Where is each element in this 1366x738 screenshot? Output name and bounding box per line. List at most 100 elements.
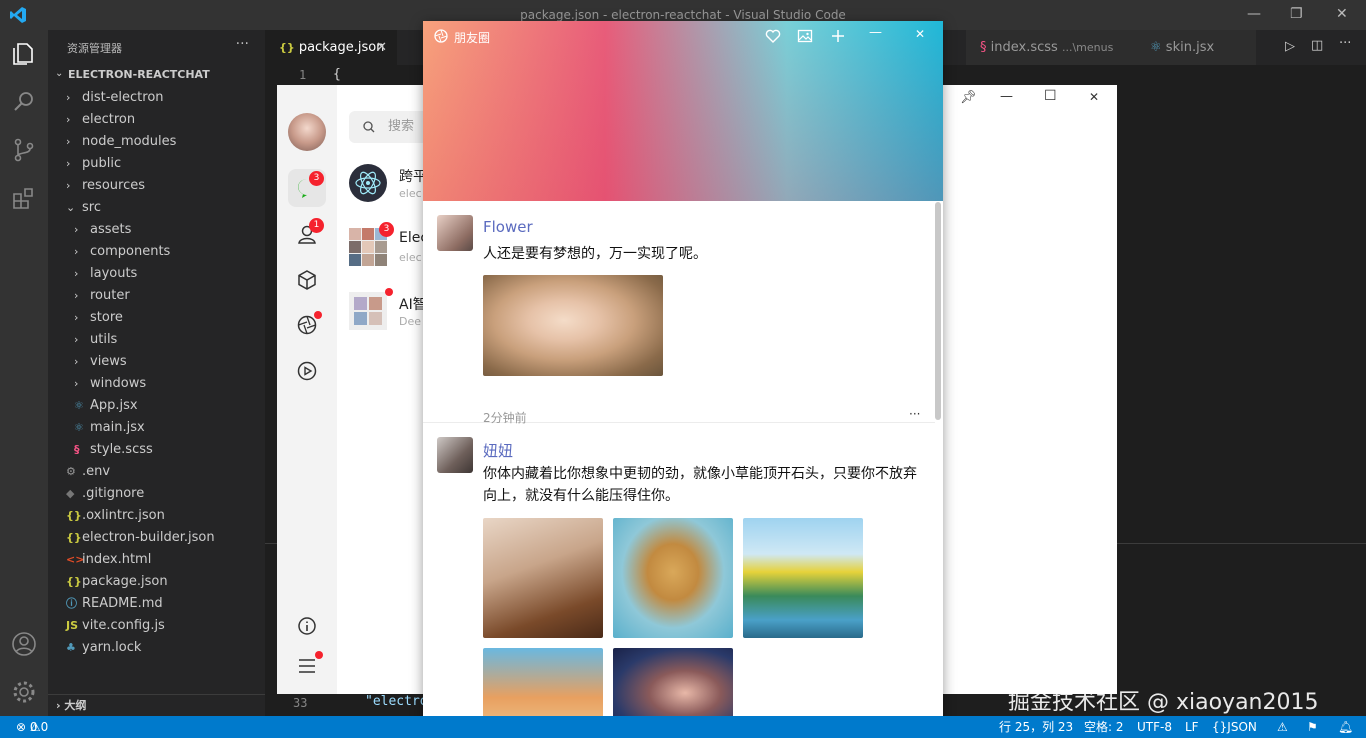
file-tree-item[interactable]: ⚙ .env [48, 461, 265, 483]
chevron-down-icon[interactable]: ⌄ [55, 68, 63, 79]
image-icon[interactable] [797, 28, 813, 44]
tab-index-scss[interactable]: § index.scss ...\menus [966, 30, 1136, 65]
menu-icon[interactable] [296, 655, 318, 677]
line-ending[interactable]: LF [1185, 716, 1199, 738]
cursor-position[interactable]: 行 25，列 23 [999, 716, 1073, 738]
tab-skin-jsx[interactable]: ⚛ skin.jsx [1136, 30, 1256, 65]
file-tree-item[interactable]: › views [48, 351, 265, 373]
chevron-icon: › [66, 113, 71, 126]
account-icon[interactable] [10, 630, 38, 658]
conversation-item[interactable]: AI智 Dee [349, 288, 429, 332]
extensions-icon[interactable] [10, 184, 38, 212]
indentation[interactable]: 空格: 2 [1084, 716, 1124, 738]
file-tree-item[interactable]: › node_modules [48, 131, 265, 153]
file-tree-item[interactable]: § style.scss [48, 439, 265, 461]
scss-file-icon: § [74, 443, 80, 456]
maximize-icon[interactable]: ☐ [1044, 88, 1057, 104]
info-icon[interactable] [296, 615, 318, 637]
conversation-item[interactable]: 跨平 elec [349, 164, 429, 204]
post-avatar[interactable] [437, 215, 473, 251]
tab-path: ...\menus [1061, 41, 1114, 54]
file-tree-item[interactable]: ⚛ main.jsx [48, 417, 265, 439]
post-image[interactable] [483, 275, 663, 376]
file-tree-item[interactable]: JS vite.config.js [48, 615, 265, 637]
add-icon[interactable] [830, 28, 846, 44]
split-editor-icon[interactable]: ◫ [1311, 38, 1323, 53]
minimize-icon[interactable]: — [1247, 6, 1261, 22]
pin-icon[interactable]: 📌︎ [960, 90, 977, 105]
file-tree-item[interactable]: <> index.html [48, 549, 265, 571]
file-tree-item[interactable]: › assets [48, 219, 265, 241]
play-circle-icon[interactable] [296, 360, 318, 382]
user-avatar[interactable] [288, 113, 326, 151]
editor-more-icon[interactable]: ··· [1339, 36, 1351, 51]
file-tree-item[interactable]: › router [48, 285, 265, 307]
file-tree-item[interactable]: › components [48, 241, 265, 263]
file-tree-label: node_modules [82, 134, 177, 149]
tab-close-icon[interactable]: ✕ [376, 30, 387, 65]
file-tree-item[interactable]: ⌄ src [48, 197, 265, 219]
post-image[interactable] [613, 518, 733, 638]
file-tree-item[interactable]: › windows [48, 373, 265, 395]
file-tree-label: src [82, 200, 101, 215]
file-tree-item[interactable]: ⚛ App.jsx [48, 395, 265, 417]
minimize-icon[interactable]: — [1000, 89, 1013, 104]
more-actions-icon[interactable]: ··· [236, 36, 249, 52]
post-author[interactable]: Flower [483, 218, 533, 236]
file-tree-item[interactable]: › layouts [48, 263, 265, 285]
outline-section[interactable]: › 大纲 [48, 694, 265, 716]
file-tree-item[interactable]: {} .oxlintrc.json [48, 505, 265, 527]
cube-icon[interactable] [296, 269, 318, 291]
warning-icon[interactable]: ⚠ [1277, 716, 1288, 738]
file-tree-item[interactable]: › utils [48, 329, 265, 351]
explorer-icon[interactable] [10, 40, 38, 68]
conversation-preview: elec [399, 187, 422, 200]
language-label: JSON [1227, 720, 1257, 734]
file-tree-item[interactable]: {} electron-builder.json [48, 527, 265, 549]
moments-scrollbar[interactable] [935, 202, 941, 420]
moments-title: 朋友圈 [454, 31, 491, 45]
search-placeholder: 搜索 [388, 119, 415, 134]
project-name[interactable]: ELECTRON-REACTCHAT [68, 68, 210, 81]
tab-label: index.scss [990, 40, 1058, 55]
json-icon: {} [279, 41, 295, 54]
post-avatar[interactable] [437, 437, 473, 473]
scss-icon: § [980, 40, 987, 55]
post-author[interactable]: 妞妞 [483, 440, 513, 461]
file-tree-item[interactable]: › dist-electron [48, 87, 265, 109]
file-tree-label: style.scss [90, 442, 153, 457]
file-tree-label: README.md [82, 596, 163, 611]
tab-package-json[interactable]: {} package.json ✕ [265, 30, 397, 65]
file-tree-label: assets [90, 222, 132, 237]
search-icon[interactable] [10, 88, 38, 116]
file-tree-item[interactable]: › public [48, 153, 265, 175]
feedback-icon[interactable]: ⚑ [1307, 716, 1318, 738]
minimize-icon[interactable]: — [869, 25, 882, 40]
settings-gear-icon[interactable] [10, 678, 38, 706]
restore-icon[interactable]: ❐ [1290, 6, 1303, 22]
file-tree-label: package.json [82, 574, 168, 589]
close-icon[interactable]: ✕ [1336, 6, 1348, 22]
file-tree-item[interactable]: {} package.json [48, 571, 265, 593]
tab-label: package.json [298, 40, 385, 55]
post-more-icon[interactable]: ··· [909, 407, 920, 421]
file-tree-item[interactable]: › resources [48, 175, 265, 197]
file-tree-item[interactable]: › electron [48, 109, 265, 131]
run-icon[interactable]: ▷ [1285, 39, 1295, 54]
file-tree-item[interactable]: ⓘ README.md [48, 593, 265, 615]
post-image[interactable] [483, 518, 603, 638]
conversation-item[interactable]: 3 Elec elec [349, 222, 429, 268]
heart-icon[interactable] [765, 28, 781, 44]
language-mode[interactable]: {} JSON [1212, 716, 1257, 738]
bell-icon[interactable]: 🔔︎ [1338, 716, 1353, 738]
file-tree-item[interactable]: ♣ yarn.lock [48, 637, 265, 659]
file-tree-item[interactable]: › store [48, 307, 265, 329]
close-icon[interactable]: ✕ [1089, 90, 1099, 104]
encoding[interactable]: UTF-8 [1137, 716, 1172, 738]
info-file-icon: ⓘ [66, 597, 77, 610]
errors-indicator[interactable]: ⊗ 0 ⚠ 0 [16, 716, 48, 738]
file-tree-item[interactable]: ◆ .gitignore [48, 483, 265, 505]
post-image[interactable] [743, 518, 863, 638]
close-icon[interactable]: ✕ [915, 27, 925, 41]
source-control-icon[interactable] [10, 136, 38, 164]
